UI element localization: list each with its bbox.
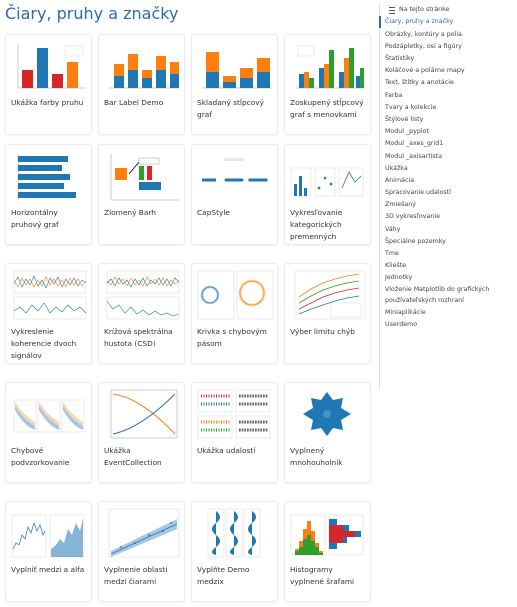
- toc-item-animation[interactable]: Animácia: [380, 174, 516, 186]
- gallery-card[interactable]: Zoskupený stĺpcový graf s menovkami: [284, 34, 371, 135]
- broken-barh-thumbnail: [110, 154, 179, 201]
- stacked-bar-thumbnail: [202, 52, 272, 89]
- gallery-card[interactable]: Horizontálny pruhový graf: [5, 144, 92, 245]
- card-label: Vyplňte Demo medzix: [197, 565, 250, 586]
- toc-item-shapes-collections[interactable]: Tvary a kolekcie: [380, 101, 516, 113]
- gallery-card[interactable]: Vyplnený mnohouholník: [284, 382, 371, 483]
- gallery-card[interactable]: Chybové podvzorkovanie: [5, 382, 92, 483]
- list-icon: [389, 6, 395, 14]
- toc-heading-label: Na tejto stránke: [399, 6, 450, 13]
- horizontal-bar-thumbnail: [17, 154, 76, 200]
- csd-thumbnail: [106, 270, 180, 320]
- toc-item-specialty-plots[interactable]: Špeciálne pozemky: [380, 235, 516, 247]
- toc-item-ticks[interactable]: Kliešte: [380, 260, 516, 272]
- gallery-card[interactable]: CapStyle: [191, 144, 278, 245]
- eventcollection-thumbnail: [110, 389, 178, 439]
- gallery-card[interactable]: Vyplniť medzi a alfa: [5, 501, 92, 602]
- toc-item-axisartist[interactable]: Modul _axisartista: [380, 150, 516, 162]
- card-label: Krivka s chybovým pásom: [197, 327, 267, 348]
- card-label: Ukážka EventCollection: [104, 446, 162, 467]
- gallery-card[interactable]: Skladaný stĺpcový graf: [191, 34, 278, 135]
- gallery-card[interactable]: Ukážka udalostí: [191, 382, 278, 483]
- card-label: Vykresľovanie kategorických premenných: [290, 208, 343, 241]
- gallery-card[interactable]: Vyplnenie oblasti medzi čiarami: [98, 501, 185, 602]
- toc-item-text-labels[interactable]: Text, štítky a anotácie: [380, 77, 516, 89]
- filled-polygon-thumbnail: [303, 392, 351, 436]
- toc-item-axes-grid1[interactable]: Modul _axes_grid1: [380, 138, 516, 150]
- hatched-histograms-thumbnail: [290, 514, 364, 556]
- eventplot-thumbnail: [197, 389, 271, 439]
- toc-item-lines-bars-markers[interactable]: Čiary, pruhy a značky: [379, 16, 516, 29]
- bar-label-thumbnail: [109, 54, 179, 89]
- card-label: Vyplnený mnohouholník: [290, 446, 343, 467]
- toc-item-spines[interactable]: Tme: [380, 248, 516, 260]
- page-title: Čiary, pruhy a značky: [5, 4, 179, 23]
- gallery-card[interactable]: Krížová spektrálna hustota (CSD): [98, 263, 185, 364]
- card-label: Chybové podvzorkovanie: [11, 446, 70, 467]
- card-label: Vyplnenie oblasti medzi čiarami: [104, 565, 168, 586]
- gallery-card[interactable]: Histogramy vyplnené šrafami: [284, 501, 371, 602]
- toc-item-widgets[interactable]: Miniaplikácie: [380, 306, 516, 318]
- gallery-card[interactable]: Ukážka EventCollection: [98, 382, 185, 483]
- card-label: Ukážka farby pruhu: [11, 98, 84, 107]
- card-label: Zlomený Barh: [104, 208, 156, 217]
- toc-heading: Na tejto stránke: [380, 4, 516, 16]
- toc-item-userdemo[interactable]: Userdemo: [380, 318, 516, 330]
- toc-item-3d-plotting[interactable]: 3D vykresľovanie: [380, 211, 516, 223]
- card-label: Vykreslenie koherencie dvoch signálov: [11, 327, 77, 360]
- toc-item-color[interactable]: Farba: [380, 89, 516, 101]
- card-label: Vyplniť medzi a alfa: [11, 565, 85, 574]
- card-label: Výber limitu chýb: [290, 327, 355, 336]
- gallery-card[interactable]: Ukážka farby pruhu: [5, 34, 92, 135]
- coherence-thumbnail: [13, 270, 87, 320]
- categorical-thumbnail: [290, 167, 364, 197]
- gallery-card[interactable]: Vykresľovanie kategorických premenných: [284, 144, 371, 245]
- toc-item-pie-polar[interactable]: Koláčové a polárne mapy: [380, 65, 516, 77]
- card-label: Horizontálny pruhový graf: [11, 208, 59, 229]
- fill-between-alpha-thumbnail: [11, 514, 85, 558]
- toc-item-images-contours[interactable]: Obrázky, kontúry a polia: [380, 28, 516, 40]
- toc-item-units[interactable]: Jednotky: [380, 272, 516, 284]
- toc-item-statistics[interactable]: Štatistiky: [380, 53, 516, 65]
- fill-betweenx-thumbnail: [207, 508, 261, 558]
- fill-between-demo-thumbnail: [108, 508, 180, 558]
- grouped-bar-thumbnail: [295, 45, 365, 89]
- card-label: Skladaný stĺpcový graf: [197, 98, 265, 119]
- toc-item-showcase[interactable]: Ukážka: [380, 162, 516, 174]
- bar-color-thumbnail: [17, 44, 86, 89]
- gallery-card[interactable]: Zlomený Barh: [98, 144, 185, 245]
- gallery-card[interactable]: Vyplňte Demo medzix: [191, 501, 278, 602]
- card-label: CapStyle: [197, 208, 230, 217]
- toc-item-embedding-gui[interactable]: Vloženie Matplotlib do grafických použív…: [380, 284, 516, 306]
- toc-item-scales[interactable]: Váhy: [380, 223, 516, 235]
- toc-item-misc[interactable]: Zmiešaný: [380, 199, 516, 211]
- errorbar-limits-thumbnail: [294, 270, 366, 320]
- card-label: Krížová spektrálna hustota (CSD): [104, 327, 173, 348]
- errorbar-subsample-thumbnail: [13, 399, 85, 433]
- toc-item-subplots-axes[interactable]: Podzápletky, osi a figúry: [380, 40, 516, 52]
- gallery-card[interactable]: Krivka s chybovým pásom: [191, 263, 278, 364]
- error-band-thumbnail: [197, 270, 274, 320]
- gallery-card[interactable]: Bar Label Demo: [98, 34, 185, 135]
- card-label: Bar Label Demo: [104, 98, 164, 107]
- gallery-card[interactable]: Výber limitu chýb: [284, 263, 371, 364]
- card-label: Histogramy vyplnené šrafami: [290, 565, 355, 586]
- toc-item-pyplot[interactable]: Modul _pyplot: [380, 126, 516, 138]
- toc-item-event-handling[interactable]: Spracovanie udalostí: [380, 187, 516, 199]
- card-label: Zoskupený stĺpcový graf s menovkami: [290, 98, 364, 119]
- card-label: Ukážka udalostí: [197, 446, 256, 455]
- toc-item-style-sheets[interactable]: Štýlové listy: [380, 114, 516, 126]
- capstyle-thumbnail: [202, 158, 268, 182]
- gallery-card[interactable]: Vykreslenie koherencie dvoch signálov: [5, 263, 92, 364]
- page-toc: Na tejto stránke Čiary, pruhy a značky O…: [379, 4, 516, 389]
